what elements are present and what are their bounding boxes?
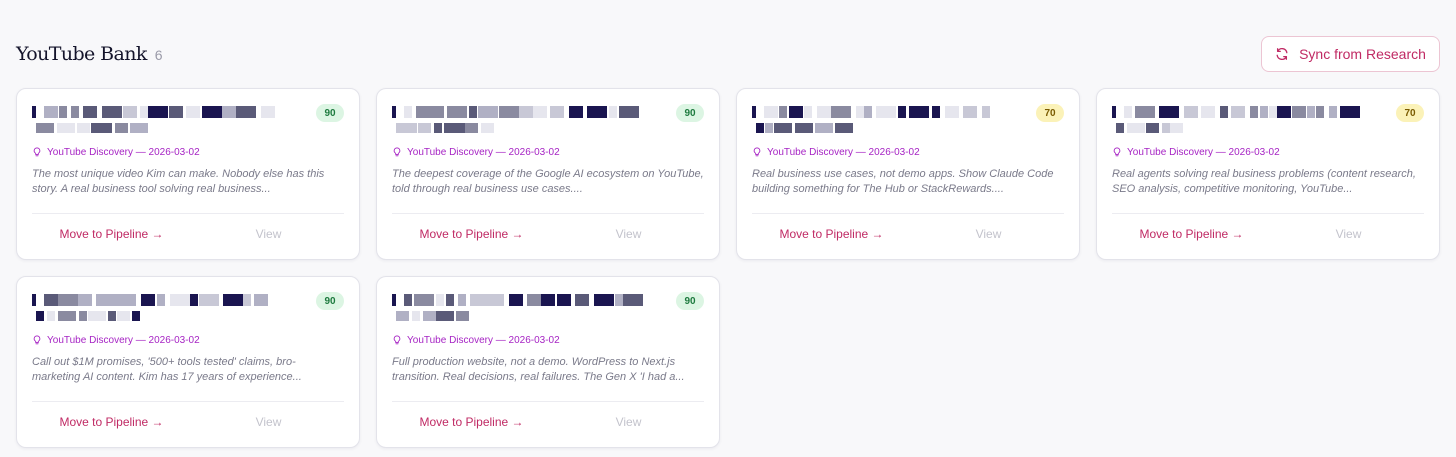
lightbulb-icon <box>33 147 41 157</box>
source-line: YouTube Discovery — 2026-03-02 <box>1112 145 1424 159</box>
card-title-redacted <box>752 103 1020 139</box>
video-card: 90 YouTube Discovery — 2026-03-02 The deep… <box>376 88 720 260</box>
move-to-pipeline-button[interactable]: Move to Pipeline → <box>377 415 548 429</box>
card-description: Call out $1M promises, '500+ tools teste… <box>32 356 302 383</box>
card-description: Full production website, not a demo. Wor… <box>392 356 685 383</box>
source-label: YouTube Discovery — 2026-03-02 <box>407 146 560 158</box>
source-line: YouTube Discovery — 2026-03-02 <box>32 145 344 159</box>
source-line: YouTube Discovery — 2026-03-02 <box>392 333 704 347</box>
lightbulb-icon <box>1113 147 1121 157</box>
card-title-redacted <box>392 291 660 327</box>
video-card: 70 YouTube Discovery — 2026-03-02 Real bus… <box>736 88 1080 260</box>
move-to-pipeline-button[interactable]: Move to Pipeline → <box>17 415 188 429</box>
card-actions: Move to Pipeline → View <box>17 214 359 254</box>
source-label: YouTube Discovery — 2026-03-02 <box>1127 146 1280 158</box>
page-title: YouTube Bank <box>16 43 147 65</box>
card-description: The deepest coverage of the Google AI ec… <box>392 168 704 195</box>
video-card-grid: 90 YouTube Discovery — 2026-03-02 The most… <box>16 88 1440 448</box>
page-header: YouTube Bank 6 Sync from Research <box>16 36 1440 72</box>
view-button[interactable]: View <box>1268 227 1439 241</box>
move-to-pipeline-button[interactable]: Move to Pipeline → <box>377 227 548 241</box>
view-button[interactable]: View <box>548 227 719 241</box>
lightbulb-icon <box>33 335 41 345</box>
source-label: YouTube Discovery — 2026-03-02 <box>47 334 200 346</box>
view-button[interactable]: View <box>908 227 1079 241</box>
lightbulb-icon <box>393 147 401 157</box>
card-actions: Move to Pipeline → View <box>737 214 1079 254</box>
card-actions: Move to Pipeline → View <box>17 402 359 442</box>
card-description: Real agents solving real business proble… <box>1112 168 1416 195</box>
card-description: Real business use cases, not demo apps. … <box>752 168 1054 195</box>
refresh-icon <box>1276 47 1288 61</box>
view-button[interactable]: View <box>188 415 359 429</box>
item-count: 6 <box>154 47 163 63</box>
source-label: YouTube Discovery — 2026-03-02 <box>767 146 920 158</box>
video-card: 90 YouTube Discovery — 2026-03-02 Full pro… <box>376 276 720 448</box>
score-badge: 70 <box>1396 104 1424 122</box>
source-label: YouTube Discovery — 2026-03-02 <box>407 334 560 346</box>
score-badge: 90 <box>316 292 344 310</box>
source-line: YouTube Discovery — 2026-03-02 <box>752 145 1064 159</box>
move-to-pipeline-button[interactable]: Move to Pipeline → <box>1097 227 1268 241</box>
source-label: YouTube Discovery — 2026-03-02 <box>47 146 200 158</box>
card-actions: Move to Pipeline → View <box>377 214 719 254</box>
score-badge: 90 <box>676 104 704 122</box>
card-title-redacted <box>32 291 300 327</box>
video-card: 90 YouTube Discovery — 2026-03-02 Call out… <box>16 276 360 448</box>
card-description: The most unique video Kim can make. Nobo… <box>32 168 325 195</box>
move-to-pipeline-button[interactable]: Move to Pipeline → <box>737 227 908 241</box>
lightbulb-icon <box>393 335 401 345</box>
view-button[interactable]: View <box>548 415 719 429</box>
source-line: YouTube Discovery — 2026-03-02 <box>392 145 704 159</box>
video-card: 70 YouTube Discovery — 2026-03-02 Real age… <box>1096 88 1440 260</box>
sync-button-label: Sync from Research <box>1299 46 1426 62</box>
score-badge: 90 <box>676 292 704 310</box>
card-title-redacted <box>32 103 300 139</box>
move-to-pipeline-button[interactable]: Move to Pipeline → <box>17 227 188 241</box>
view-button[interactable]: View <box>188 227 359 241</box>
card-title-redacted <box>392 103 660 139</box>
card-actions: Move to Pipeline → View <box>1097 214 1439 254</box>
source-line: YouTube Discovery — 2026-03-02 <box>32 333 344 347</box>
card-actions: Move to Pipeline → View <box>377 402 719 442</box>
score-badge: 70 <box>1036 104 1064 122</box>
video-card: 90 YouTube Discovery — 2026-03-02 The most… <box>16 88 360 260</box>
score-badge: 90 <box>316 104 344 122</box>
sync-from-research-button[interactable]: Sync from Research <box>1261 36 1440 72</box>
lightbulb-icon <box>753 147 761 157</box>
card-title-redacted <box>1112 103 1380 139</box>
